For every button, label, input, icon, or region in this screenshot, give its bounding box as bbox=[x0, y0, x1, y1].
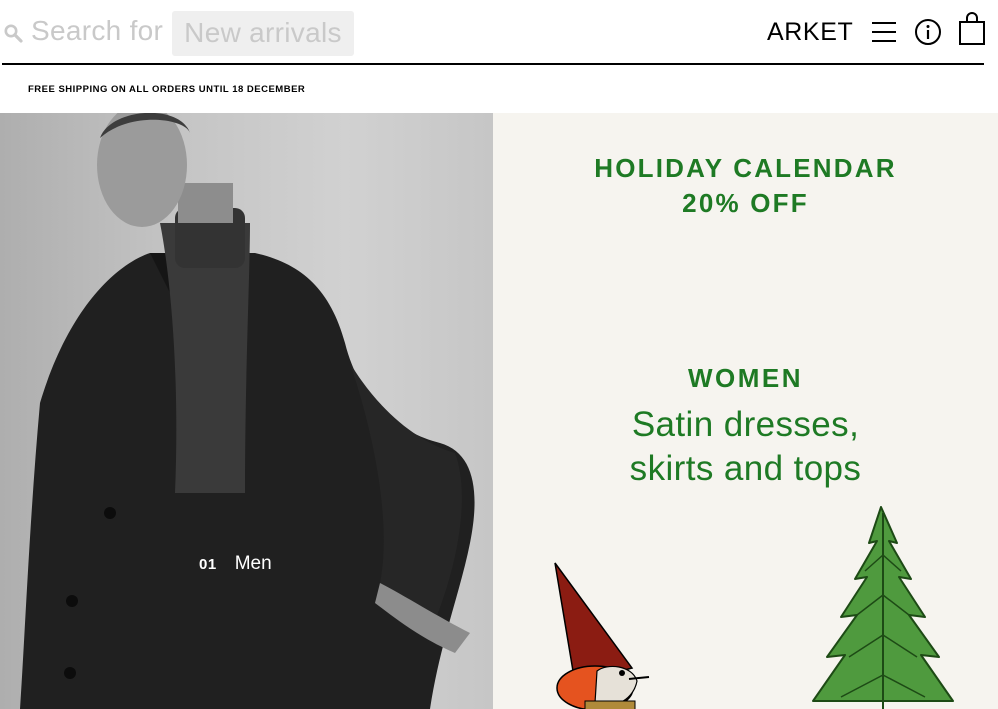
women-category-label: WOMEN bbox=[687, 363, 804, 393]
christmas-tree-illustration bbox=[812, 506, 954, 709]
hero-men-number: 01 bbox=[199, 556, 217, 573]
search-input-label[interactable]: Search for bbox=[31, 15, 163, 47]
hero-men-label[interactable]: 01 Men bbox=[199, 553, 272, 575]
free-shipping-banner[interactable]: FREE SHIPPING ON ALL ORDERS UNTIL 18 DEC… bbox=[28, 84, 305, 95]
header-divider bbox=[2, 63, 984, 65]
search-icon[interactable] bbox=[3, 23, 23, 43]
hero-men-title: Men bbox=[234, 553, 272, 574]
search-suggestion-new-arrivals[interactable]: New arrivals bbox=[172, 11, 354, 56]
info-icon[interactable] bbox=[914, 18, 942, 46]
men-model-photo bbox=[20, 113, 475, 709]
arket-logo[interactable]: ARKET bbox=[767, 18, 853, 47]
subtitle-line-1: Satin dresses, bbox=[631, 405, 860, 444]
holiday-calendar-promo[interactable]: HOLIDAY CALENDAR 20% OFF WOMEN Satin dre… bbox=[493, 113, 998, 709]
subtitle-line-2: skirts and tops bbox=[629, 449, 862, 488]
shopping-bag-icon[interactable] bbox=[958, 12, 986, 46]
menu-icon[interactable] bbox=[871, 20, 897, 44]
gnome-illustration bbox=[554, 562, 650, 709]
holiday-calendar-heading: HOLIDAY CALENDAR bbox=[594, 153, 897, 183]
discount-text: 20% OFF bbox=[682, 188, 809, 218]
site-header: Search for New arrivals ARKET bbox=[0, 0, 998, 66]
hero-men-tile[interactable]: 01 Men bbox=[0, 113, 493, 709]
holiday-calendar-title: HOLIDAY CALENDAR 20% OFF bbox=[493, 151, 998, 221]
women-promo-subtitle: Satin dresses, skirts and tops bbox=[493, 403, 998, 491]
